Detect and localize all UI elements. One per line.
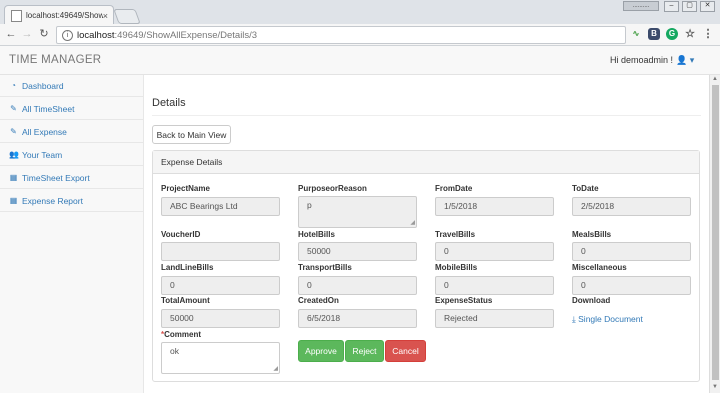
user-greeting: Hi demoadmin ! (610, 55, 674, 65)
scroll-down-icon[interactable]: ▼ (712, 384, 718, 390)
travel-bills-field: 0 (435, 242, 554, 261)
scroll-up-icon[interactable]: ▲ (712, 76, 718, 82)
voucher-id-label: VoucherID (161, 230, 201, 239)
comment-label: *Comment (161, 330, 202, 339)
meals-bills-field: 0 (572, 242, 691, 261)
forward-arrow-icon[interactable]: → (20, 27, 34, 41)
travel-bills-label: TravelBills (435, 230, 476, 239)
table-icon: ▦ (9, 173, 18, 182)
user-icon: 👤 (676, 55, 688, 65)
extension-wave-icon[interactable]: ∿ (630, 28, 642, 40)
to-date-label: ToDate (572, 184, 599, 193)
sidebar-item-all-expense[interactable]: ✎ All Expense (0, 121, 143, 143)
reject-button[interactable]: Reject (345, 340, 384, 362)
purpose-label: PurposeorReason (298, 184, 367, 193)
sidebar-item-all-timesheet[interactable]: ✎ All TimeSheet (0, 98, 143, 120)
new-tab-button[interactable] (113, 9, 141, 24)
to-date-field: 2/5/2018 (572, 197, 691, 216)
app-brand[interactable]: TIME MANAGER (9, 54, 101, 66)
maximize-icon[interactable]: ▢ (682, 1, 697, 12)
caret-down-icon: ▾ (689, 55, 695, 65)
voucher-id-field (161, 242, 280, 261)
hotel-bills-field: 50000 (298, 242, 417, 261)
download-icon: ⤓ (572, 314, 576, 324)
purpose-field: p ◢ (298, 196, 417, 228)
hotel-bills-label: HotelBills (298, 230, 335, 239)
extension-b-icon[interactable]: B (648, 28, 660, 40)
created-on-label: CreatedOn (298, 296, 339, 305)
sidebar-item-label: All Expense (22, 126, 67, 137)
project-name-field: ABC Bearings Ltd (161, 197, 280, 216)
single-document-link[interactable]: ⤓ Single Document (572, 314, 643, 325)
extension-grammarly-icon[interactable]: G (666, 28, 678, 40)
app-navbar: TIME MANAGER Hi demoadmin ! 👤 ▾ (0, 46, 720, 75)
from-date-label: FromDate (435, 184, 473, 193)
project-name-label: ProjectName (161, 184, 210, 193)
cancel-button[interactable]: Cancel (385, 340, 426, 362)
expense-details-panel: Expense Details ProjectName ABC Bearings… (152, 150, 700, 382)
resize-grip-icon[interactable]: ◢ (410, 220, 415, 226)
download-label: Download (572, 296, 611, 305)
dashboard-icon: ◔ (11, 81, 16, 90)
scrollbar-thumb[interactable] (712, 85, 719, 380)
meals-bills-label: MealsBills (572, 230, 612, 239)
expense-status-field: Rejected (435, 309, 554, 328)
sidebar-item-label: Dashboard (22, 80, 64, 91)
browser-toolbar: ← → ↻ i localhost:49649/ShowAllExpense/D… (0, 24, 720, 46)
sidebar-item-your-team[interactable]: 👥 Your Team (0, 144, 143, 166)
transport-bills-field: 0 (298, 276, 417, 295)
miscellaneous-label: Miscellaneous (572, 263, 627, 272)
url-text: localhost:49649/ShowAllExpense/Details/3 (77, 29, 258, 41)
profile-badge[interactable]: .......... (623, 1, 659, 11)
reload-icon[interactable]: ↻ (37, 27, 51, 41)
created-on-field: 6/5/2018 (298, 309, 417, 328)
total-amount-label: TotalAmount (161, 296, 210, 305)
bookmark-star-icon[interactable]: ☆ (684, 28, 696, 40)
minimize-icon[interactable]: – (664, 1, 679, 12)
edit-icon: ✎ (10, 127, 17, 136)
page-favicon-icon (11, 9, 22, 22)
sidebar: ◔ Dashboard ✎ All TimeSheet ✎ All Expens… (0, 75, 144, 393)
sidebar-item-label: Your Team (22, 149, 63, 160)
approve-button[interactable]: Approve (298, 340, 344, 362)
panel-title: Expense Details (153, 151, 699, 174)
users-icon: 👥 (9, 150, 19, 159)
total-amount-field: 50000 (161, 309, 280, 328)
table-icon: ▦ (9, 196, 18, 205)
sidebar-item-label: Expense Report (22, 195, 83, 206)
comment-field[interactable]: ok ◢ (161, 342, 280, 374)
edit-icon: ✎ (10, 104, 17, 113)
sidebar-item-label: All TimeSheet (22, 103, 75, 114)
sidebar-item-label: TimeSheet Export (22, 172, 90, 183)
tab-title: localhost:49649/ShowAllEx (26, 11, 103, 20)
page-title: Details (152, 97, 186, 109)
browser-menu-icon[interactable]: ⋮ (702, 28, 714, 40)
mobile-bills-label: MobileBills (435, 263, 478, 272)
back-arrow-icon[interactable]: ← (4, 27, 18, 41)
browser-tabstrip: localhost:49649/ShowAllEx × .......... –… (0, 0, 720, 25)
landline-bills-label: LandLineBills (161, 263, 214, 272)
back-to-main-view-button[interactable]: Back to Main View (152, 125, 231, 144)
divider (152, 115, 701, 116)
page-scrollbar[interactable]: ▲ ▼ (709, 75, 720, 393)
transport-bills-label: TransportBills (298, 263, 352, 272)
mobile-bills-field: 0 (435, 276, 554, 295)
landline-bills-field: 0 (161, 276, 280, 295)
close-window-icon[interactable]: ✕ (700, 1, 715, 12)
main-content: Details Back to Main View Expense Detail… (144, 75, 709, 393)
sidebar-item-expense-report[interactable]: ▦ Expense Report (0, 190, 143, 212)
expense-status-label: ExpenseStatus (435, 296, 493, 305)
sidebar-item-dashboard[interactable]: ◔ Dashboard (0, 75, 143, 97)
browser-tab[interactable]: localhost:49649/ShowAllEx × (4, 5, 114, 25)
info-icon[interactable]: i (62, 29, 73, 41)
sidebar-item-timesheet-export[interactable]: ▦ TimeSheet Export (0, 167, 143, 189)
from-date-field: 1/5/2018 (435, 197, 554, 216)
user-menu-button[interactable]: 👤 ▾ (676, 55, 694, 66)
tab-close-icon[interactable]: × (103, 11, 108, 21)
resize-grip-icon[interactable]: ◢ (273, 366, 278, 372)
address-bar[interactable]: i localhost:49649/ShowAllExpense/Details… (56, 26, 626, 44)
miscellaneous-field: 0 (572, 276, 691, 295)
